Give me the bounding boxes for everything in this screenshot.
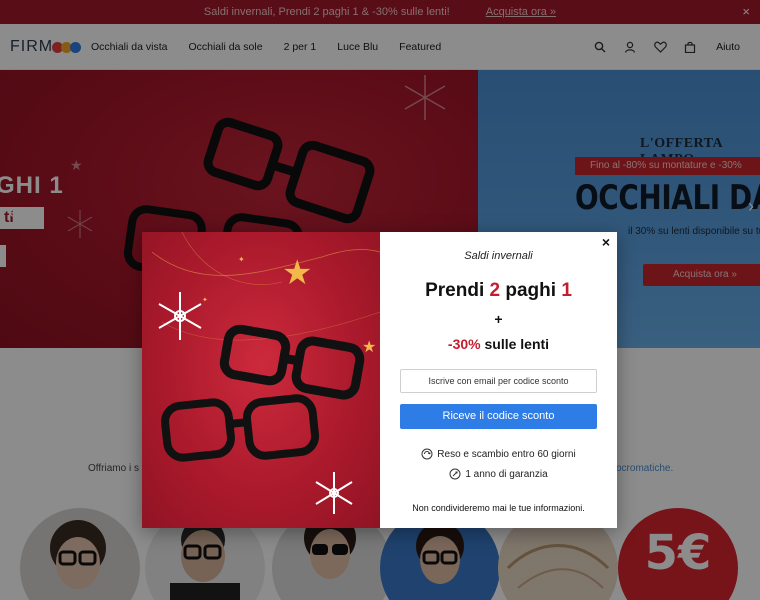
discount-text: sulle lenti [480,336,550,352]
headline-part-2: paghi [500,280,562,301]
modal-close-icon[interactable]: × [602,234,610,250]
svg-text:★: ★ [282,254,312,292]
return-exchange-icon [421,448,433,460]
svg-text:✦: ✦ [202,296,208,304]
modal-plus: + [494,311,503,327]
modal-content: × Saldi invernali Prendi 2 paghi 1 + -30… [380,232,617,528]
privacy-note: Non condivideremo mai le tue informazion… [412,503,585,513]
promo-modal: ★ ★ ✦ ✦ × Saldi invernali Prendi 2 paghi… [142,232,617,528]
modal-promo-image: ★ ★ ✦ ✦ [142,232,380,528]
svg-text:★: ★ [362,339,376,356]
warranty-icon [449,468,461,480]
modal-headline: Prendi 2 paghi 1 [380,280,617,302]
benefit-returns-text: Reso e scambio entro 60 giorni [437,448,576,460]
modal-glasses-illustration: ★ ★ ✦ ✦ [151,232,380,514]
page: Saldi invernali, Prendi 2 paghi 1 & -30%… [0,0,760,600]
email-field[interactable] [400,369,597,393]
headline-number-2: 2 [489,280,501,301]
modal-eyebrow: Saldi invernali [464,250,533,262]
benefit-returns: Reso e scambio entro 60 giorni [380,448,617,460]
headline-number-1: 1 [561,280,572,301]
svg-text:✦: ✦ [238,255,245,264]
headline-part-1: Prendi [425,280,490,301]
modal-discount: -30% sulle lenti [380,336,617,352]
benefit-warranty: 1 anno di garanzia [380,468,617,480]
discount-value: -30% [447,336,481,352]
benefit-warranty-text: 1 anno di garanzia [465,468,548,480]
get-discount-code-button[interactable]: Riceve il codice sconto [400,404,597,429]
